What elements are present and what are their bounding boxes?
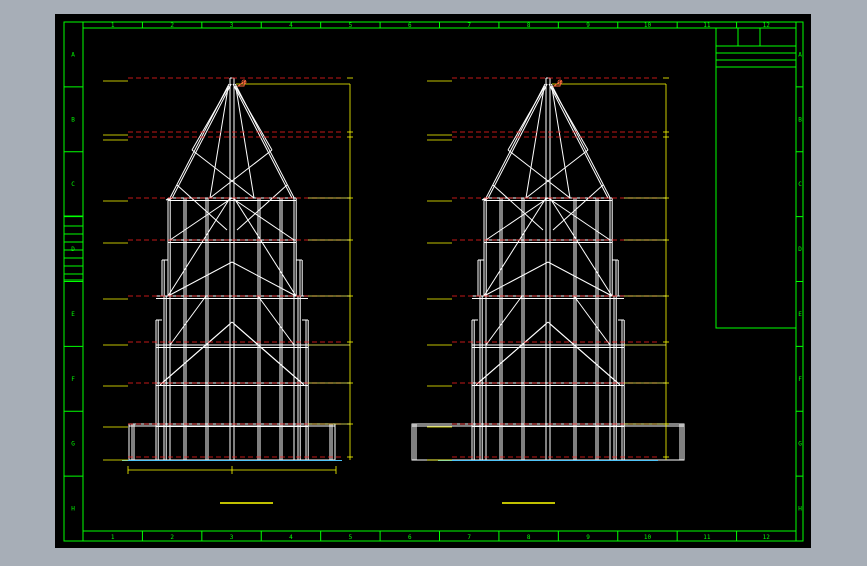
row-label: H — [798, 506, 802, 513]
row-label: F — [71, 376, 75, 383]
row-label: E — [798, 311, 802, 318]
column-label: 6 — [408, 534, 412, 541]
column-label: 1 — [111, 22, 115, 29]
column-label: 9 — [586, 22, 590, 29]
row-label: F — [798, 376, 802, 383]
row-label: A — [71, 51, 75, 58]
row-label: H — [71, 506, 75, 513]
row-label: G — [71, 441, 75, 448]
column-label: 4 — [289, 534, 293, 541]
elevation-drawing-sheet: 112233445566778899101011111212 A AB BC CD DE… — [55, 14, 811, 548]
row-label: G — [798, 441, 802, 448]
column-label: 9 — [586, 534, 590, 541]
column-label: 8 — [527, 22, 531, 29]
column-label: 10 — [644, 534, 652, 541]
column-label: 3 — [230, 22, 234, 29]
column-label: 4 — [289, 22, 293, 29]
column-label: 1 — [111, 534, 115, 541]
column-label: 3 — [230, 534, 234, 541]
column-label: 7 — [467, 534, 471, 541]
cad-viewport[interactable]: 1 1 2 2 3 3 4 4 5 5 6 6 7 7 8 8 9 9 10 10 11 11 12 12 AABBCCDDE… — [0, 0, 867, 562]
column-label: 12 — [763, 534, 771, 541]
column-label: 10 — [644, 22, 652, 29]
row-label: A — [798, 51, 802, 58]
row-label: E — [71, 311, 75, 318]
column-label: 2 — [170, 534, 174, 541]
row-label: C — [71, 181, 75, 188]
column-label: 11 — [703, 22, 711, 29]
column-label: 2 — [170, 22, 174, 29]
column-label: 6 — [408, 22, 412, 29]
column-label: 7 — [467, 22, 471, 29]
row-label: B — [71, 116, 75, 123]
column-label: 5 — [349, 534, 353, 541]
row-label: B — [798, 116, 802, 123]
column-label: 5 — [349, 22, 353, 29]
row-label: C — [798, 181, 802, 188]
column-label: 8 — [527, 534, 531, 541]
row-label: D — [798, 246, 802, 253]
column-label: 11 — [703, 534, 711, 541]
